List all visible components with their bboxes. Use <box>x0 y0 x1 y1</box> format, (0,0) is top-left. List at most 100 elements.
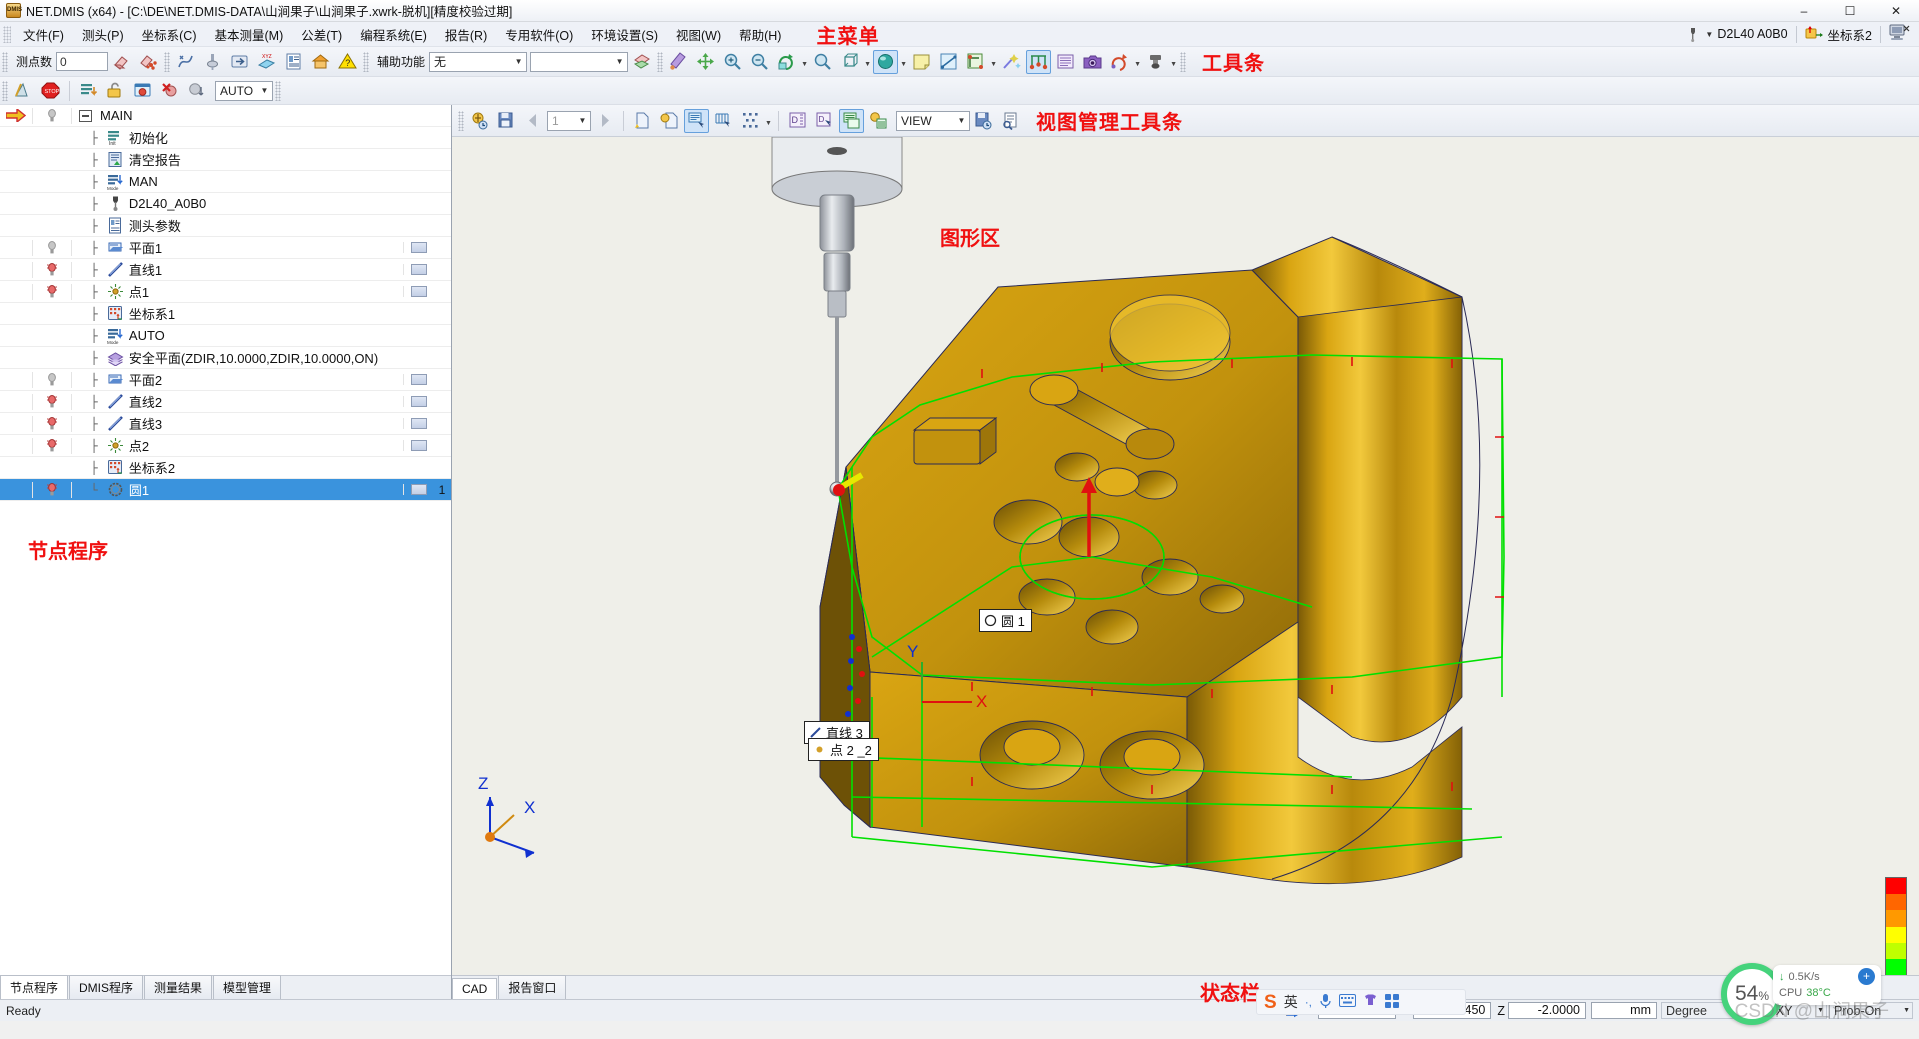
menu-item-10[interactable]: 帮助(H) <box>730 22 790 47</box>
stop-program-button[interactable]: STOP <box>38 79 63 103</box>
tree-row[interactable]: ├ Mode MAN <box>0 171 451 193</box>
ime-lang-label[interactable]: 英 <box>1284 992 1298 1012</box>
prev-view-button[interactable] <box>521 109 546 133</box>
view-name-select[interactable]: VIEW ▼ <box>896 110 970 131</box>
run-program-button[interactable] <box>11 79 36 103</box>
bulb-off-icon[interactable] <box>46 372 58 388</box>
grid-points-button[interactable] <box>738 109 763 133</box>
next-view-button[interactable] <box>592 109 617 133</box>
menu-item-3[interactable]: 基本测量(M) <box>206 22 293 47</box>
aux-apply-button[interactable] <box>629 50 654 74</box>
bulb-on-icon[interactable] <box>46 262 58 278</box>
tree-row-body[interactable]: MAIN <box>72 107 403 124</box>
left-tab-0[interactable]: 节点程序 <box>0 975 69 999</box>
record-window-button[interactable] <box>130 79 155 103</box>
measure-feature-dropdown-icon[interactable]: ▼ <box>989 51 998 73</box>
wireframe-view-button[interactable] <box>837 50 862 74</box>
replay-dropdown-icon[interactable]: ▼ <box>1133 51 1142 73</box>
expand-tray-icon[interactable]: + <box>1858 968 1875 985</box>
tree-row-body[interactable]: ├ 清空报告 <box>72 150 403 169</box>
view-name-chevron-icon[interactable]: ▼ <box>954 112 969 130</box>
chevron-down-icon-2[interactable]: ▼ <box>612 53 627 71</box>
chevron-down-icon[interactable]: ▼ <box>511 53 526 71</box>
z-value[interactable]: -2.0000 <box>1508 1002 1586 1019</box>
tree-row-body[interactable]: ├ 安全平面(ZDIR,10.0000,ZDIR,10.0000,ON) <box>72 348 403 367</box>
erase-point-button[interactable] <box>109 50 134 74</box>
feature-tag-point2[interactable]: 点 2 _2 <box>808 738 879 761</box>
bulb-on-icon[interactable] <box>46 394 58 410</box>
keyboard-icon[interactable] <box>1339 994 1357 1010</box>
view-detail-button[interactable] <box>998 109 1023 133</box>
measure-wizard-button[interactable] <box>666 50 691 74</box>
rotate-view-button[interactable] <box>774 50 799 74</box>
close-button[interactable]: ✕ <box>1873 0 1919 22</box>
probe-params-button[interactable] <box>281 50 306 74</box>
tree-row[interactable]: ├ 清空报告 <box>0 149 451 171</box>
unlock-button[interactable] <box>103 79 128 103</box>
bulb-on-icon[interactable] <box>46 284 58 300</box>
tree-row-body[interactable]: ├ 坐标系2 <box>72 458 403 477</box>
new-view-button[interactable] <box>630 109 655 133</box>
show-labels-button[interactable] <box>684 108 709 133</box>
dim-select-button[interactable]: D <box>812 109 837 133</box>
bulb-on-icon[interactable] <box>46 438 58 454</box>
tree-row[interactable]: ├ Mode AUTO <box>0 325 451 347</box>
bulb-off-icon[interactable] <box>46 108 58 124</box>
tree-row[interactable]: ├ 点1 <box>0 281 451 303</box>
bulb-on-icon[interactable] <box>46 482 58 498</box>
tree-row-body[interactable]: ├ Mode AUTO <box>72 327 403 344</box>
menu-item-8[interactable]: 环境设置(S) <box>582 22 667 47</box>
menu-item-9[interactable]: 视图(W) <box>667 22 730 47</box>
tree-row[interactable]: ├ 坐标系1 <box>0 303 451 325</box>
tree-row[interactable]: ├ Init 初始化 <box>0 127 451 149</box>
sogou-logo-icon[interactable]: S <box>1264 993 1277 1012</box>
disconnect-monitor-icon[interactable] <box>1889 23 1911 45</box>
tree-row-body[interactable]: ├ 平面1 <box>72 238 403 257</box>
aux-function-select-2[interactable]: ▼ <box>530 51 629 72</box>
tree-row-body[interactable]: └ 圆1 <box>72 480 403 499</box>
tree-row[interactable]: ├ 测头参数 <box>0 215 451 237</box>
note-button[interactable] <box>909 50 934 74</box>
shaded-dropdown-icon[interactable]: ▼ <box>899 51 908 73</box>
tree-bulb-cell[interactable] <box>32 371 72 388</box>
tree-row[interactable]: └ 圆1 1 <box>0 479 451 501</box>
camera-probe-button[interactable] <box>1143 50 1168 74</box>
ime-punct-icon[interactable]: ·, <box>1305 995 1312 1009</box>
tree-row[interactable]: ├ 直线1 <box>0 259 451 281</box>
ime-toolbar[interactable]: S 英 ·, <box>1256 989 1466 1015</box>
replay-path-button[interactable] <box>1107 50 1132 74</box>
csys-icon[interactable] <box>1805 24 1824 44</box>
unit-value[interactable]: mm <box>1591 1002 1657 1019</box>
probe-calibrate-button[interactable] <box>173 50 198 74</box>
tree-bulb-cell[interactable] <box>32 437 72 454</box>
feature-tag-circle[interactable]: 圆 1 <box>979 609 1032 632</box>
view-settings-button[interactable] <box>866 109 891 133</box>
tree-row[interactable]: ├ 平面2 <box>0 369 451 391</box>
tree-row-body[interactable]: ├ 点2 <box>72 436 403 455</box>
tree-row[interactable]: ├ 点2 <box>0 435 451 457</box>
erase-all-points-button[interactable] <box>136 50 161 74</box>
tree-row-body[interactable]: ├ Mode MAN <box>72 173 403 190</box>
tree-row[interactable]: ├ 安全平面(ZDIR,10.0000,ZDIR,10.0000,ON) <box>0 347 451 369</box>
pan-move-button[interactable] <box>693 50 718 74</box>
xyz-measure-button[interactable]: XYZ <box>254 50 279 74</box>
menu-item-0[interactable]: 文件(F) <box>14 22 73 47</box>
goto-button[interactable] <box>227 50 252 74</box>
tree-row[interactable]: MAIN <box>0 105 451 127</box>
menu-item-6[interactable]: 报告(R) <box>436 22 496 47</box>
shaded-view-button[interactable] <box>873 49 899 74</box>
probe-icon[interactable] <box>1684 26 1701 43</box>
left-tab-3[interactable]: 模型管理 <box>213 975 282 999</box>
select-elements-button[interactable] <box>711 109 736 133</box>
dim-display-button[interactable]: D <box>785 109 810 133</box>
screenshot-button[interactable] <box>1080 50 1105 74</box>
tree-row[interactable]: ├ 直线3 <box>0 413 451 435</box>
report-list-button[interactable] <box>1053 50 1078 74</box>
cad-model-canvas[interactable]: X Y Z X <box>452 137 1919 975</box>
grid-dropdown-icon[interactable]: ▼ <box>764 110 773 132</box>
zoom-fit-button[interactable] <box>810 50 835 74</box>
toolbar2-grip-icon[interactable] <box>2 80 8 101</box>
toolbar-grip-icon-5[interactable] <box>1180 51 1187 72</box>
save-current-view-button[interactable] <box>971 109 996 133</box>
tree-row-body[interactable]: ├ 平面2 <box>72 370 403 389</box>
